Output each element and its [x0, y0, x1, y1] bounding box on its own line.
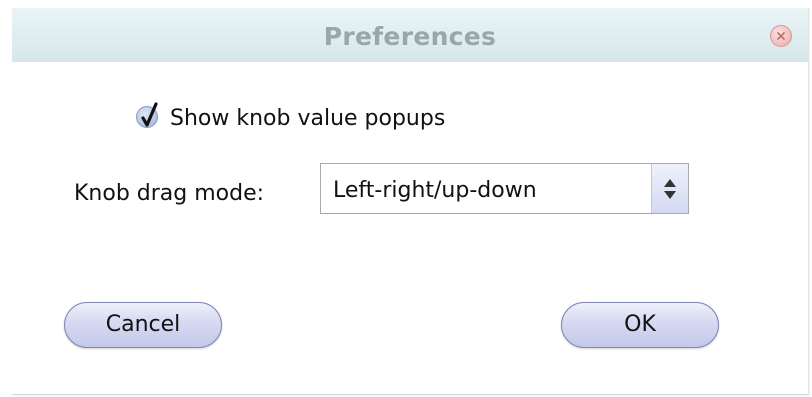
checkmark-icon: [141, 102, 158, 127]
drag-mode-label: Knob drag mode:: [74, 181, 265, 206]
show-popups-label[interactable]: Show knob value popups: [170, 106, 445, 131]
updown-arrows-icon: [664, 179, 676, 199]
dialog-title: Preferences: [323, 22, 497, 51]
select-arrow-button[interactable]: [651, 164, 688, 213]
cancel-button[interactable]: Cancel: [64, 302, 222, 348]
drag-mode-select[interactable]: Left-right/up-down: [320, 163, 689, 214]
title-bar: Preferences: [12, 8, 808, 62]
close-button[interactable]: [770, 25, 792, 47]
drag-mode-value: Left-right/up-down: [333, 178, 537, 203]
close-x-icon: [777, 32, 785, 40]
ok-button[interactable]: OK: [561, 302, 719, 348]
show-popups-checkbox[interactable]: [136, 102, 158, 128]
preferences-dialog: Preferences Show knob value popups Knob …: [12, 8, 809, 395]
